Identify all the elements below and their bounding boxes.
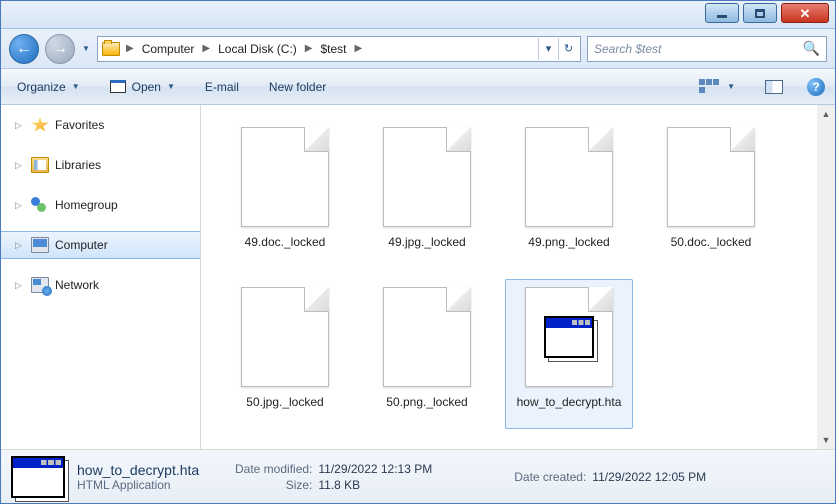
breadcrumb-sep[interactable]: ▶ <box>303 37 315 61</box>
content-area: 49.doc._locked 49.jpg._locked 49.png._lock… <box>201 105 835 449</box>
search-placeholder: Search $test <box>594 42 803 56</box>
file-item[interactable]: 50.png._locked <box>363 279 491 429</box>
folder-icon <box>102 42 120 56</box>
open-icon <box>110 80 126 93</box>
close-icon: ✕ <box>800 7 811 20</box>
breadcrumb-sep[interactable]: ▶ <box>200 37 212 61</box>
nav-favorites[interactable]: ▷Favorites <box>1 111 200 139</box>
nav-history-dropdown[interactable]: ▼ <box>81 34 91 64</box>
titlebar: ✕ <box>1 1 835 29</box>
file-label: how_to_decrypt.hta <box>515 395 624 411</box>
expand-icon: ▷ <box>15 120 25 131</box>
details-size-label: Size: <box>235 478 312 492</box>
organize-button[interactable]: Organize▼ <box>11 77 86 97</box>
preview-pane-button[interactable] <box>759 77 789 97</box>
nav-homegroup[interactable]: ▷Homegroup <box>1 191 200 219</box>
details-modified-value: 11/29/2022 12:13 PM <box>318 462 432 476</box>
file-item[interactable]: 50.jpg._locked <box>221 279 349 429</box>
network-icon <box>31 277 49 293</box>
file-item[interactable]: 49.jpg._locked <box>363 119 491 269</box>
minimize-button[interactable] <box>705 3 739 23</box>
vertical-scrollbar[interactable]: ▲ ▼ <box>817 105 835 449</box>
scroll-up-button[interactable]: ▲ <box>817 105 835 123</box>
homegroup-icon <box>31 197 49 213</box>
close-button[interactable]: ✕ <box>781 3 829 23</box>
file-label: 50.png._locked <box>384 395 469 411</box>
details-modified-label: Date modified: <box>235 462 312 476</box>
file-item[interactable]: 50.doc._locked <box>647 119 775 269</box>
hta-file-icon <box>525 287 613 387</box>
explorer-window: ✕ ← → ▼ ▶ Computer ▶ Local Disk (C:) ▶ $… <box>0 0 836 504</box>
expand-icon: ▷ <box>15 240 25 251</box>
open-button[interactable]: Open▼ <box>104 77 181 97</box>
details-filename: how_to_decrypt.hta <box>77 462 217 478</box>
chevron-down-icon: ▼ <box>72 82 80 91</box>
details-created-label: Date created: <box>514 470 586 484</box>
arrow-left-icon: ← <box>16 41 32 57</box>
view-icon <box>699 79 721 95</box>
generic-file-icon <box>667 127 755 227</box>
breadcrumb-sep[interactable]: ▶ <box>353 37 365 61</box>
breadcrumb-localdisk[interactable]: Local Disk (C:) <box>212 37 303 61</box>
file-label: 49.doc._locked <box>243 235 328 251</box>
nav-libraries[interactable]: ▷Libraries <box>1 151 200 179</box>
pane-icon <box>765 80 783 94</box>
generic-file-icon <box>383 287 471 387</box>
forward-button[interactable]: → <box>45 34 75 64</box>
star-icon <box>31 117 49 133</box>
email-button[interactable]: E-mail <box>199 77 245 97</box>
nav-computer[interactable]: ▷Computer <box>1 231 200 259</box>
scroll-down-button[interactable]: ▼ <box>817 431 835 449</box>
refresh-button[interactable]: ↻ <box>558 38 578 60</box>
nav-network[interactable]: ▷Network <box>1 271 200 299</box>
breadcrumb-computer[interactable]: Computer <box>136 37 201 61</box>
navigation-pane: ▷Favorites ▷Libraries ▷Homegroup ▷Comput… <box>1 105 201 449</box>
expand-icon: ▷ <box>15 160 25 171</box>
file-item[interactable]: 49.png._locked <box>505 119 633 269</box>
back-button[interactable]: ← <box>9 34 39 64</box>
generic-file-icon <box>383 127 471 227</box>
details-created-value: 11/29/2022 12:05 PM <box>592 470 706 484</box>
hta-icon <box>544 316 594 358</box>
minimize-icon <box>717 15 727 18</box>
generic-file-icon <box>241 287 329 387</box>
details-size-value: 11.8 KB <box>318 478 432 492</box>
view-button[interactable]: ▼ <box>693 76 741 98</box>
search-input[interactable]: Search $test 🔍 <box>587 36 827 62</box>
file-item[interactable]: 49.doc._locked <box>221 119 349 269</box>
chevron-down-icon: ▼ <box>167 82 175 91</box>
file-label: 50.jpg._locked <box>244 395 325 411</box>
maximize-icon <box>755 9 765 18</box>
breadcrumb-root-sep[interactable]: ▶ <box>124 37 136 61</box>
file-item[interactable]: how_to_decrypt.hta <box>505 279 633 429</box>
command-bar: Organize▼ Open▼ E-mail New folder ▼ ? <box>1 69 835 105</box>
file-label: 49.png._locked <box>526 235 611 251</box>
libraries-icon <box>31 157 49 173</box>
explorer-body: ▷Favorites ▷Libraries ▷Homegroup ▷Comput… <box>1 105 835 449</box>
help-button[interactable]: ? <box>807 78 825 96</box>
address-bar[interactable]: ▶ Computer ▶ Local Disk (C:) ▶ $test ▶ ▾… <box>97 36 581 62</box>
file-label: 49.jpg._locked <box>386 235 467 251</box>
generic-file-icon <box>525 127 613 227</box>
generic-file-icon <box>241 127 329 227</box>
expand-icon: ▷ <box>15 280 25 291</box>
address-dropdown[interactable]: ▾ <box>538 38 558 60</box>
expand-icon: ▷ <box>15 200 25 211</box>
chevron-down-icon: ▼ <box>727 82 735 91</box>
arrow-right-icon: → <box>52 41 68 57</box>
details-pane: how_to_decrypt.hta HTML Application Date… <box>1 449 835 503</box>
computer-icon <box>31 237 49 253</box>
file-list[interactable]: 49.doc._locked 49.jpg._locked 49.png._lock… <box>201 105 817 449</box>
file-label: 50.doc._locked <box>669 235 754 251</box>
maximize-button[interactable] <box>743 3 777 23</box>
new-folder-button[interactable]: New folder <box>263 77 332 97</box>
nav-bar: ← → ▼ ▶ Computer ▶ Local Disk (C:) ▶ $te… <box>1 29 835 69</box>
details-filetype: HTML Application <box>77 478 217 492</box>
search-icon: 🔍 <box>803 40 820 57</box>
hta-icon <box>11 456 65 498</box>
breadcrumb-test[interactable]: $test <box>314 37 352 61</box>
